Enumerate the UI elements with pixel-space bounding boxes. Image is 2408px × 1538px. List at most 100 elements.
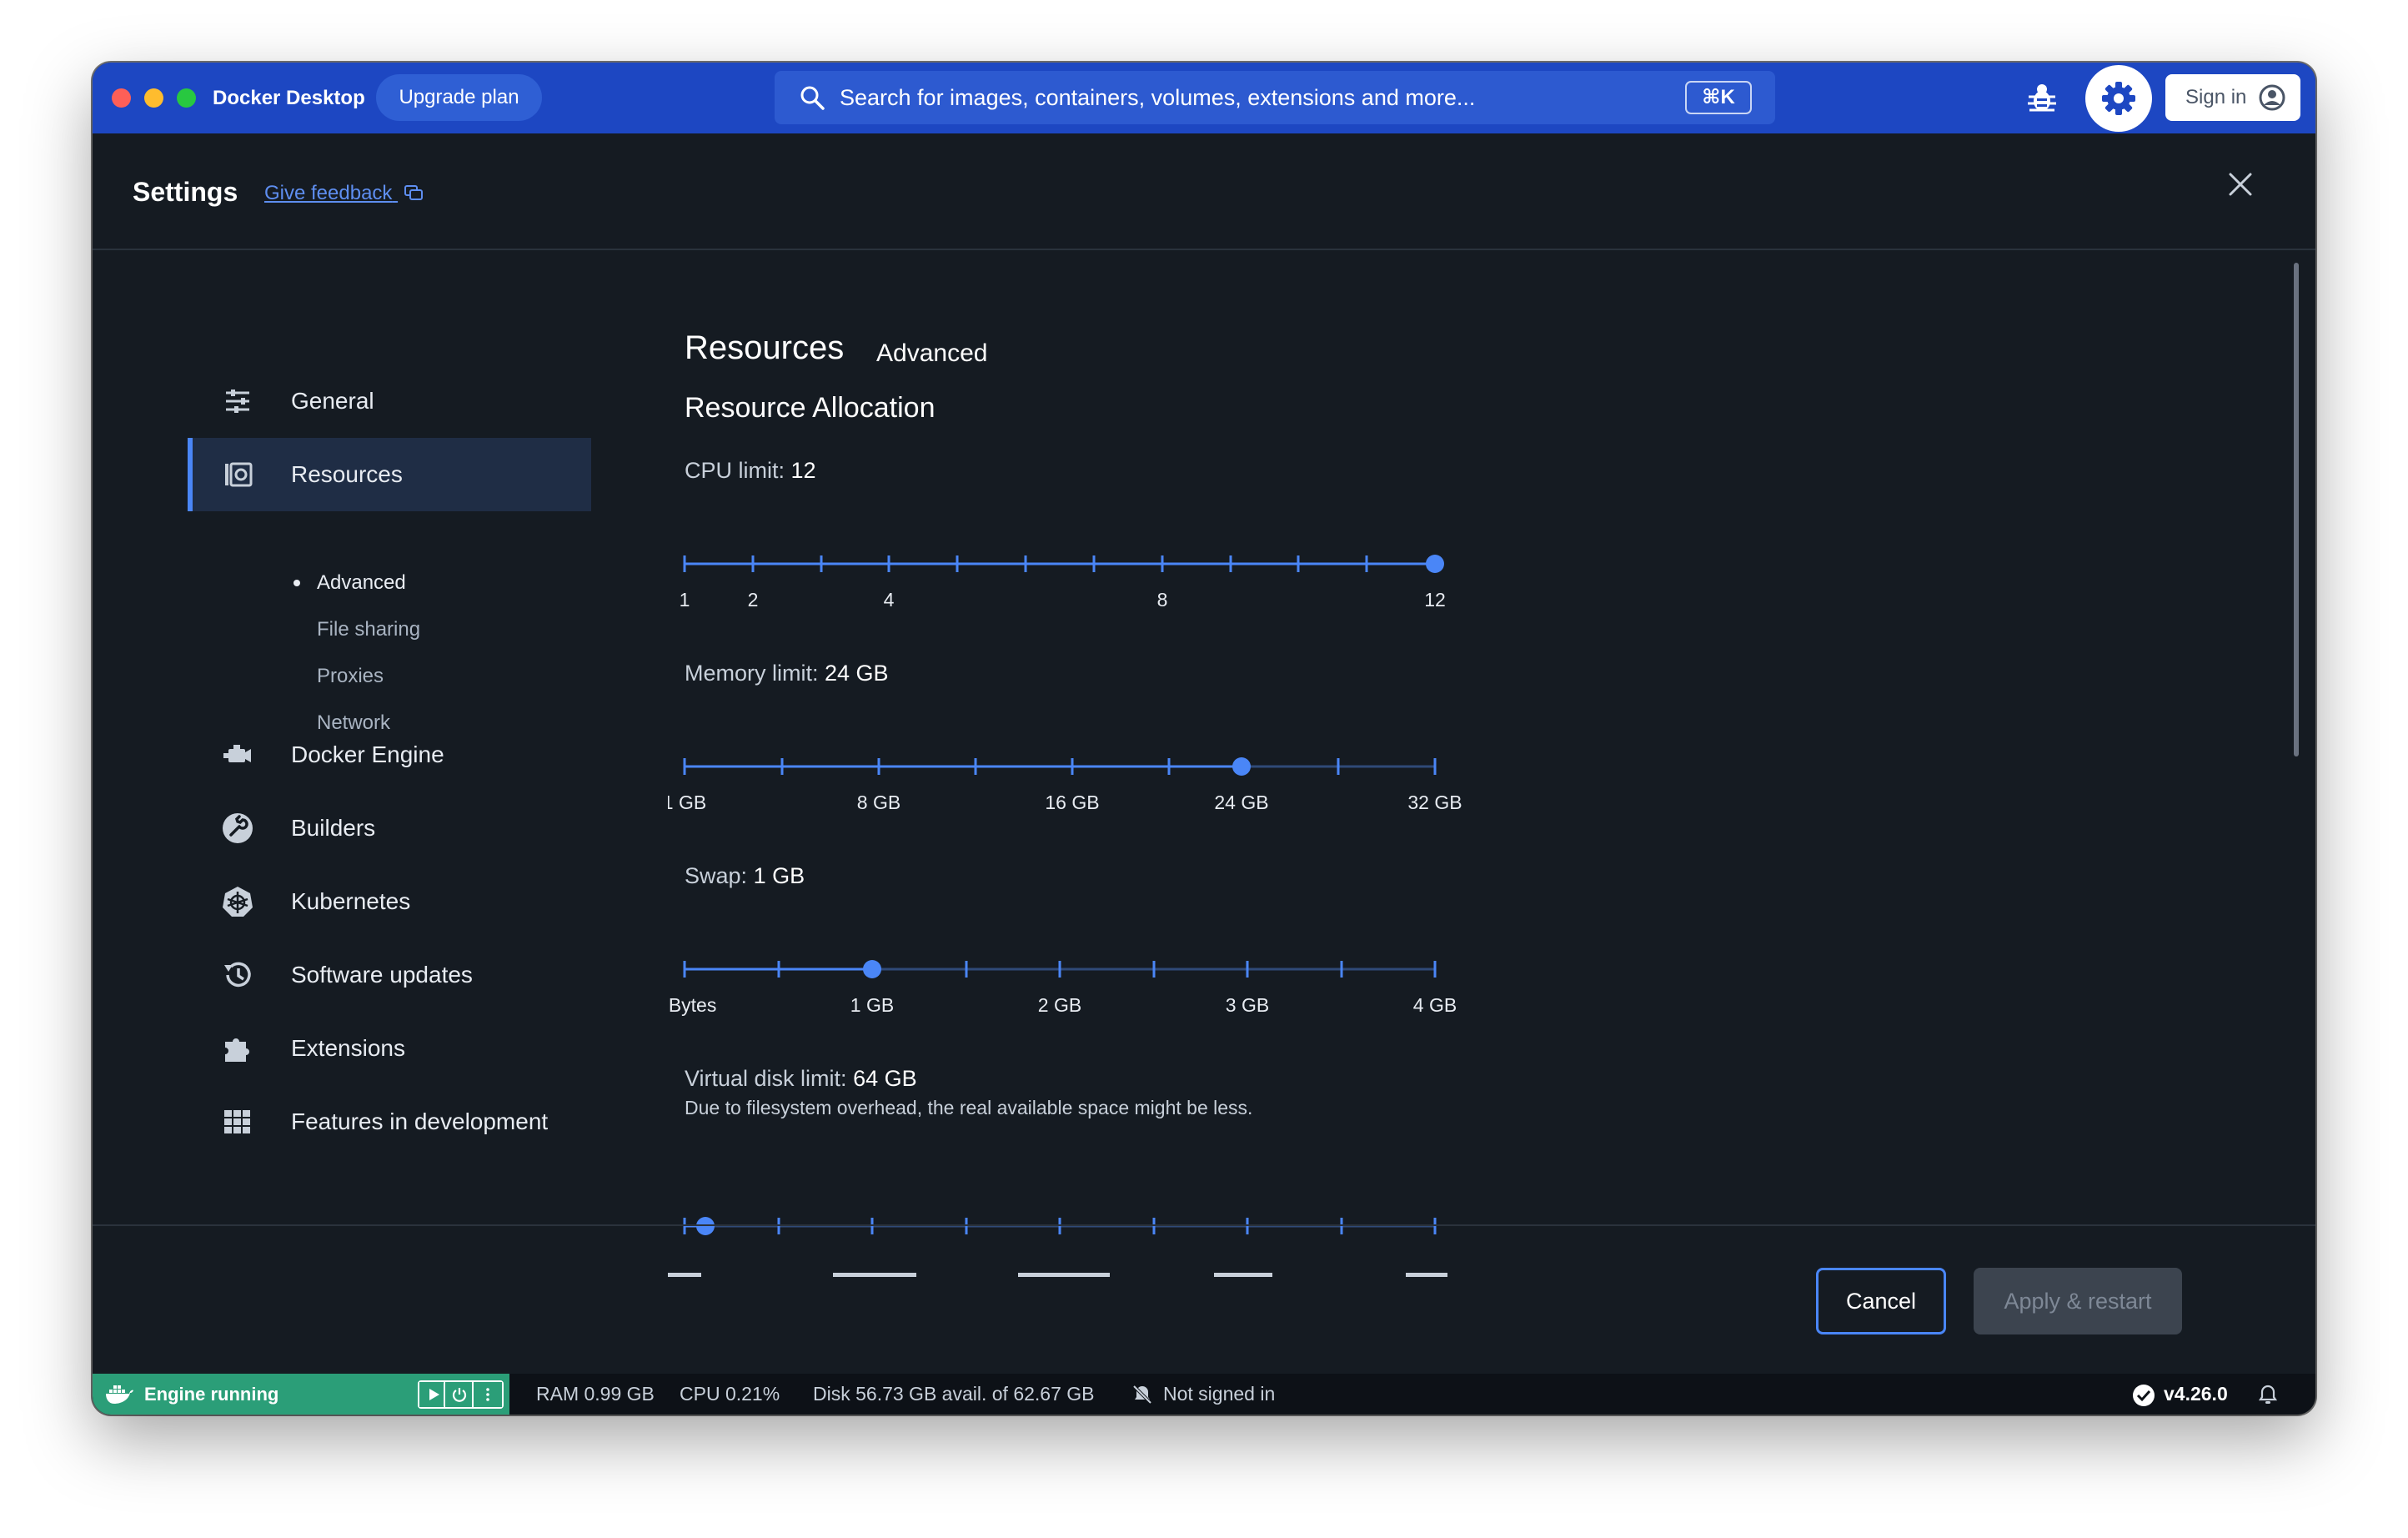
swap-slider-thumb[interactable] xyxy=(863,960,881,978)
sidebar-item-software-updates[interactable]: Software updates xyxy=(188,938,591,1012)
cpu-tick-label: 2 xyxy=(748,589,759,611)
wrench-icon xyxy=(223,813,253,843)
sidebar-item-label: Builders xyxy=(291,815,376,841)
more-options-button[interactable] xyxy=(474,1382,502,1407)
power-icon xyxy=(452,1388,467,1402)
cpu-usage: CPU 0.21% xyxy=(680,1383,780,1405)
memory-limit-slider[interactable]: 1 GB 8 GB 16 GB 24 GB 32 GB xyxy=(668,741,1610,816)
swap-tick-label: 0 Bytes xyxy=(668,994,716,1016)
apply-restart-button[interactable]: Apply & restart xyxy=(1974,1268,2182,1334)
disk-limit-value: 64 GB xyxy=(853,1066,917,1091)
tab-advanced[interactable]: Advanced xyxy=(876,339,987,368)
history-icon xyxy=(224,962,251,988)
tab-resources[interactable]: Resources xyxy=(685,329,844,367)
sidebar-item-label: Software updates xyxy=(291,962,473,988)
bug-icon[interactable] xyxy=(2024,80,2060,117)
settings-button[interactable] xyxy=(2085,65,2152,132)
disk-limit-label: Virtual disk limit: 64 GB xyxy=(685,1066,917,1092)
search-shortcut-badge: ⌘K xyxy=(1685,81,1752,114)
memory-limit-value: 24 GB xyxy=(825,661,889,686)
grid-icon xyxy=(224,1110,250,1133)
sidebar-item-label: Resources xyxy=(291,461,403,487)
version-label[interactable]: v4.26.0 xyxy=(2164,1374,2228,1415)
swap-label: Swap: 1 GB xyxy=(685,863,805,889)
sidebar-item-label: Extensions xyxy=(291,1035,405,1061)
check-circle-icon xyxy=(2133,1385,2155,1406)
puzzle-icon xyxy=(225,1038,249,1062)
engine-icon xyxy=(223,745,251,762)
zoom-window-button[interactable] xyxy=(177,88,196,108)
not-signed-in-icon xyxy=(1132,1385,1152,1405)
swap-tick-label: 4 GB xyxy=(1413,994,1457,1016)
current-item-dot xyxy=(293,580,300,586)
footer-divider xyxy=(93,1224,2315,1226)
cancel-button[interactable]: Cancel xyxy=(1816,1268,1946,1334)
disk-tick-labels-cut-off xyxy=(668,1273,1447,1277)
memory-limit-label-text: Memory limit: xyxy=(685,661,819,686)
sidebar-item-general[interactable]: General xyxy=(188,364,591,438)
memory-tick-label: 16 GB xyxy=(1045,792,1099,813)
memory-tick-label: 32 GB xyxy=(1407,792,1462,813)
engine-status: Engine running xyxy=(93,1374,509,1415)
sidebar-item-label: Kubernetes xyxy=(291,888,411,914)
sidebar-subitem-proxies[interactable]: Proxies xyxy=(317,660,384,693)
cpu-tick-label: 1 xyxy=(680,589,690,611)
power-button[interactable] xyxy=(445,1382,474,1407)
scrollbar-thumb[interactable] xyxy=(2294,263,2299,756)
engine-power-controls xyxy=(444,1380,504,1409)
cpu-tick-label: 4 xyxy=(884,589,895,611)
feedback-icon xyxy=(404,185,424,200)
cpu-tick-label: 8 xyxy=(1157,589,1168,611)
sidebar-item-label: General xyxy=(291,388,374,414)
sidebar-item-label: Features in development xyxy=(291,1108,549,1134)
cpu-limit-label: CPU limit: 12 xyxy=(685,458,816,484)
memory-tick-label: 24 GB xyxy=(1214,792,1268,813)
user-avatar-icon xyxy=(2259,84,2285,111)
sidebar-item-extensions[interactable]: Extensions xyxy=(188,1012,591,1085)
sliders-icon xyxy=(226,390,249,413)
vertical-dots-icon xyxy=(486,1388,489,1401)
sidebar-item-docker-engine[interactable]: Docker Engine xyxy=(188,718,591,792)
app-title: Docker Desktop xyxy=(213,87,365,109)
sign-in-label: Sign in xyxy=(2185,86,2247,108)
sidebar-item-kubernetes[interactable]: Kubernetes xyxy=(188,865,591,938)
memory-tick-label: 1 GB xyxy=(668,792,706,813)
sidebar-item-features-in-development[interactable]: Features in development xyxy=(188,1085,591,1159)
ram-usage: RAM 0.99 GB xyxy=(536,1383,655,1405)
status-bar: Engine running RAM 0.99 GB CPU 0.21% Dis… xyxy=(93,1374,2315,1415)
disk-usage: Disk 56.73 GB avail. of 62.67 GB xyxy=(813,1383,1095,1405)
swap-value: 1 GB xyxy=(753,863,805,888)
play-icon xyxy=(429,1389,439,1400)
bell-icon[interactable] xyxy=(2257,1384,2279,1405)
search-icon xyxy=(800,86,825,110)
settings-header: Settings Give feedback xyxy=(93,133,2315,250)
disk-limit-slider[interactable] xyxy=(668,1205,1610,1277)
memory-tick-label: 8 GB xyxy=(857,792,900,813)
swap-label-text: Swap: xyxy=(685,863,748,888)
cpu-tick-label: 12 xyxy=(1424,589,1446,611)
cpu-limit-slider[interactable]: 1 2 4 8 12 xyxy=(668,538,1610,613)
docker-whale-icon xyxy=(106,1385,133,1404)
title-bar: Docker Desktop Upgrade plan Search for i… xyxy=(93,63,2315,133)
sidebar-item-resources[interactable]: Resources xyxy=(188,438,591,511)
search-bar[interactable]: Search for images, containers, volumes, … xyxy=(775,71,1775,124)
memory-slider-thumb[interactable] xyxy=(1232,757,1251,776)
sidebar-subitem-file-sharing[interactable]: File sharing xyxy=(317,613,420,646)
sign-in-button[interactable]: Sign in xyxy=(2165,74,2300,121)
disk-slider-thumb[interactable] xyxy=(696,1217,715,1235)
cpu-slider-thumb[interactable] xyxy=(1426,555,1444,573)
settings-title: Settings xyxy=(133,177,238,207)
swap-slider[interactable]: 0 Bytes 1 GB 2 GB 3 GB 4 GB xyxy=(668,943,1610,1018)
engine-status-label: Engine running xyxy=(144,1384,279,1405)
close-icon[interactable] xyxy=(2225,169,2255,199)
disk-limit-label-text: Virtual disk limit: xyxy=(685,1066,847,1091)
sidebar-subitem-advanced[interactable]: Advanced xyxy=(317,566,406,600)
upgrade-plan-button[interactable]: Upgrade plan xyxy=(376,74,542,121)
minimize-window-button[interactable] xyxy=(144,88,163,108)
give-feedback-link[interactable]: Give feedback xyxy=(264,182,424,205)
sidebar-item-builders[interactable]: Builders xyxy=(188,792,591,865)
section-title: Resource Allocation xyxy=(685,392,936,424)
close-window-button[interactable] xyxy=(112,88,131,108)
memory-limit-label: Memory limit: 24 GB xyxy=(685,661,889,686)
sign-in-status: Not signed in xyxy=(1163,1383,1276,1405)
